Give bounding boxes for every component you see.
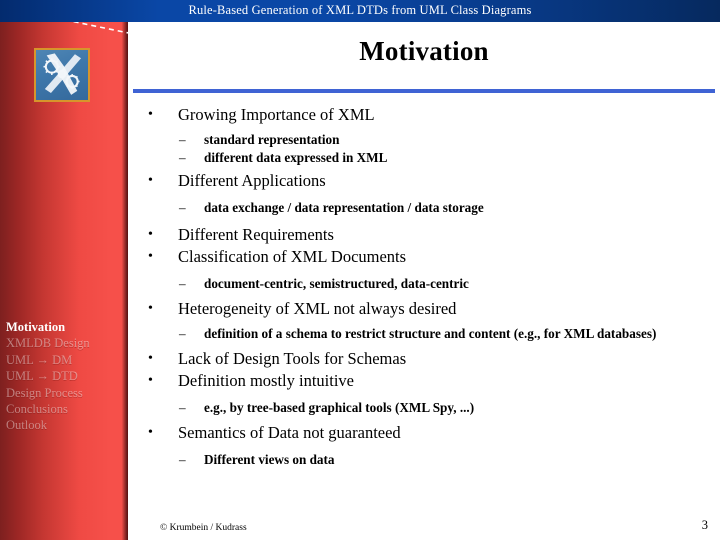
bullet-text: Different Requirements	[178, 225, 334, 244]
bullet-item: – Different views on data	[128, 451, 720, 469]
bullet-marker: –	[179, 200, 186, 215]
bullet-item: • Definition mostly intuitive	[128, 370, 720, 392]
sidebar-item-uml-to-dm[interactable]: UML → DM	[4, 352, 128, 368]
bullet-item: • Different Requirements	[128, 224, 720, 246]
bullet-list: • Growing Importance of XML – standard r…	[128, 104, 720, 469]
sidebar: Motivation XMLDB Design UML → DM UML → D…	[0, 22, 128, 540]
bullet-marker: –	[179, 452, 186, 467]
bullet-text: Different views on data	[204, 452, 335, 467]
title-divider	[133, 89, 715, 93]
bullet-text: e.g., by tree-based graphical tools (XML…	[204, 400, 475, 415]
bullet-text: Different Applications	[178, 171, 326, 190]
sidebar-item-motivation[interactable]: Motivation	[4, 319, 128, 335]
bullet-item: – data exchange / data representation / …	[128, 199, 720, 217]
slide-banner: Rule-Based Generation of XML DTDs from U…	[0, 0, 720, 22]
slide-title: Motivation	[359, 36, 489, 66]
bullet-marker: –	[179, 276, 186, 291]
slide-content: Motivation • Growing Importance of XML –…	[128, 22, 720, 540]
bullet-text: definition of a schema to restrict struc…	[204, 326, 657, 341]
bullet-marker: •	[148, 227, 153, 242]
bullet-marker: •	[148, 351, 153, 366]
bullet-marker: •	[148, 425, 153, 440]
bullet-marker: •	[148, 301, 153, 316]
bullet-marker: –	[179, 326, 186, 341]
sidebar-item-conclusions[interactable]: Conclusions	[4, 401, 128, 417]
bullet-marker: –	[179, 150, 186, 165]
bullet-text: different data expressed in XML	[204, 150, 388, 165]
bullet-item: – document-centric, semistructured, data…	[128, 275, 720, 293]
sidebar-item-xmldb-design[interactable]: XMLDB Design	[4, 335, 128, 351]
bullet-item: • Heterogeneity of XML not always desire…	[128, 298, 720, 320]
presentation-title: Rule-Based Generation of XML DTDs from U…	[188, 3, 532, 17]
logo-emblem-icon	[43, 53, 82, 95]
bullet-item: • Classification of XML Documents	[128, 246, 720, 268]
bullet-text: Classification of XML Documents	[178, 247, 407, 266]
decorative-dashed-line	[71, 22, 128, 34]
sidebar-item-design-process[interactable]: Design Process	[4, 385, 128, 401]
slide-canvas: Rule-Based Generation of XML DTDs from U…	[0, 0, 720, 540]
bullet-text: Definition mostly intuitive	[178, 371, 354, 390]
footer-page-number: 3	[701, 518, 708, 532]
bullet-item: – definition of a schema to restrict str…	[128, 325, 720, 343]
bullet-text: Heterogeneity of XML not always desired	[178, 299, 457, 318]
bullet-marker: •	[148, 173, 153, 188]
slide-navigation: Motivation XMLDB Design UML → DM UML → D…	[4, 319, 128, 434]
bullet-marker: •	[148, 249, 153, 264]
footer-copyright: © Krumbein / Kudrass	[160, 523, 247, 533]
bullet-marker: –	[179, 400, 186, 415]
institute-logo	[34, 48, 90, 102]
bullet-item: • Lack of Design Tools for Schemas	[128, 348, 720, 370]
bullet-text: document-centric, semistructured, data-c…	[204, 276, 469, 291]
bullet-item: – different data expressed in XML	[128, 149, 720, 167]
bullet-text: standard representation	[204, 132, 340, 147]
bullet-marker: •	[148, 373, 153, 388]
bullet-text: Semantics of Data not guaranteed	[178, 423, 401, 442]
bullet-item: • Semantics of Data not guaranteed	[128, 422, 720, 444]
bullet-marker: –	[179, 132, 186, 147]
sidebar-item-outlook[interactable]: Outlook	[4, 417, 128, 433]
bullet-text: Lack of Design Tools for Schemas	[178, 349, 407, 368]
bullet-item: – standard representation	[128, 131, 720, 149]
sidebar-item-uml-to-dtd[interactable]: UML → DTD	[4, 368, 128, 384]
bullet-item: – e.g., by tree-based graphical tools (X…	[128, 399, 720, 417]
bullet-text: data exchange / data representation / da…	[204, 200, 484, 215]
bullet-item: • Different Applications	[128, 170, 720, 192]
bullet-item: • Growing Importance of XML	[128, 104, 720, 126]
bullet-text: Growing Importance of XML	[178, 105, 375, 124]
bullet-marker: •	[148, 107, 153, 122]
